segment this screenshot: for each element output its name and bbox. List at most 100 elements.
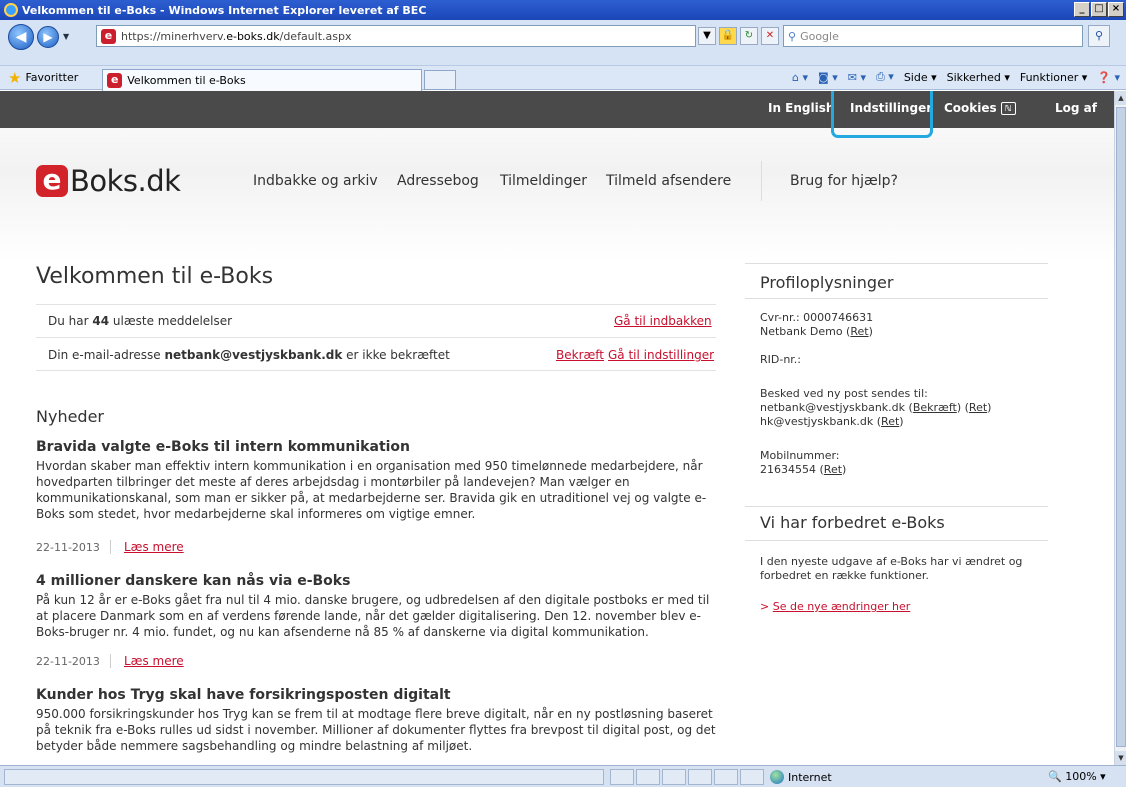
refresh-icon[interactable]: ↻ — [740, 27, 758, 45]
search-icon[interactable]: ⚲ — [1088, 25, 1110, 47]
post-email-2: hk@vestjyskbank.dk — [760, 415, 874, 428]
page-title: Velkommen til e-Boks — [36, 264, 274, 289]
edit-email-link[interactable]: Ret — [969, 401, 987, 414]
history-dropdown-icon[interactable]: ▼ — [63, 32, 69, 41]
date-divider — [110, 654, 111, 668]
logout-link[interactable]: Log af — [1055, 101, 1097, 115]
article-title[interactable]: Bravida valgte e-Boks til intern kommuni… — [36, 439, 410, 455]
unread-post: ulæste meddelelser — [109, 314, 233, 328]
confirm-email-link[interactable]: Bekræft — [556, 348, 604, 362]
search-engine-icon: ⚲ — [788, 29, 797, 43]
stop-icon[interactable]: ✕ — [761, 27, 779, 45]
company-name: Netbank Demo — [760, 325, 843, 338]
see-changes-label: Se de nye ændringer her — [772, 600, 911, 613]
url-host: e-boks.dk — [226, 29, 280, 43]
date-divider — [110, 540, 111, 554]
nav-subscribe-senders[interactable]: Tilmeld afsendere — [606, 173, 731, 189]
url-prefix: https://minerhverv. — [121, 29, 227, 43]
home-icon[interactable]: ⌂ ▾ — [792, 71, 808, 84]
edit-company-link[interactable]: Ret — [850, 325, 868, 338]
search-placeholder: Google — [800, 29, 839, 43]
english-link[interactable]: In English — [768, 101, 834, 115]
zone-label: Internet — [788, 770, 832, 784]
go-to-settings-link[interactable]: Gå til indstillinger — [608, 348, 714, 362]
status-panel — [610, 769, 634, 785]
mobile-number: 21634554 — [760, 463, 816, 476]
news-heading: Nyheder — [36, 407, 104, 426]
company-line: Netbank Demo (Ret) — [760, 325, 873, 338]
post-email-line: hk@vestjyskbank.dk (Ret) — [760, 415, 904, 428]
zoom-control[interactable]: 🔍 100% ▾ — [1048, 770, 1106, 783]
nav-divider — [761, 161, 762, 201]
favorites-button[interactable]: ★ Favoritter — [8, 69, 78, 87]
window-controls: _ □ × — [1074, 2, 1124, 17]
article-body: På kun 12 år er e-Boks gået fra nul til … — [36, 593, 710, 639]
divider — [745, 263, 1048, 264]
window-titlebar: Velkommen til e-Boks - Windows Internet … — [0, 0, 1126, 20]
url-path: /default.aspx — [279, 29, 352, 43]
search-input[interactable]: ⚲ Google — [783, 25, 1083, 47]
url-dropdown-icon[interactable]: ▼ — [698, 27, 716, 45]
read-more-link[interactable]: Læs mere — [124, 654, 184, 668]
nav-addressbook[interactable]: Adressebog — [397, 173, 479, 189]
status-panel — [662, 769, 686, 785]
divider — [36, 304, 716, 305]
article-title[interactable]: Kunder hos Tryg skal have forsikringspos… — [36, 687, 451, 703]
vertical-scrollbar[interactable]: ▲ ▼ — [1114, 91, 1126, 765]
article-date: 22-11-2013 — [36, 655, 100, 668]
cvr-number: Cvr-nr.: 0000746631 — [760, 311, 874, 324]
favorites-label: Favoritter — [25, 71, 79, 84]
new-tab-button[interactable] — [424, 69, 457, 90]
scroll-thumb[interactable] — [1116, 107, 1126, 747]
mail-icon[interactable]: ✉ ▾ — [848, 71, 866, 84]
article-title[interactable]: 4 millioner danskere kan nås via e-Boks — [36, 573, 350, 589]
nav-inbox[interactable]: Indbakke og arkiv — [253, 173, 378, 189]
unread-count: 44 — [92, 314, 110, 328]
scroll-down-icon[interactable]: ▼ — [1115, 751, 1126, 765]
read-more-link[interactable]: Læs mere — [124, 540, 184, 554]
browser-tab[interactable]: e Velkommen til e-Boks — [102, 68, 423, 91]
divider — [36, 370, 716, 371]
print-icon[interactable]: ⎙ ▾ — [876, 70, 894, 84]
edit-mobile-link[interactable]: Ret — [824, 463, 842, 476]
scroll-up-icon[interactable]: ▲ — [1115, 91, 1126, 105]
logo-text: Boks.dk — [70, 164, 181, 198]
post-email-1: netbank@vestjyskbank.dk — [760, 401, 906, 414]
edit-email-link[interactable]: Ret — [881, 415, 899, 428]
status-panel — [636, 769, 660, 785]
security-menu[interactable]: Sikkerhed ▾ — [947, 71, 1010, 84]
status-text-panel — [4, 769, 604, 785]
url-input[interactable]: e https://minerhverv. e-boks.dk/default.a… — [96, 25, 696, 47]
back-button[interactable]: ◀ — [8, 24, 34, 50]
star-icon: ★ — [8, 68, 22, 87]
improved-heading: Vi har forbedret e-Boks — [760, 513, 945, 532]
nav-subscriptions[interactable]: Tilmeldinger — [500, 173, 587, 189]
settings-highlight — [831, 91, 933, 138]
status-panel — [714, 769, 738, 785]
unread-pre: Du har — [48, 314, 93, 328]
cookies-link[interactable]: Cookies ℕ — [944, 101, 1016, 115]
article-body: Hvordan skaber man effektiv intern kommu… — [36, 459, 707, 521]
tools-menu[interactable]: Funktioner ▾ — [1020, 71, 1087, 84]
minimize-button[interactable]: _ — [1074, 2, 1090, 17]
confirm-link[interactable]: Bekræft — [913, 401, 957, 414]
feeds-icon[interactable]: ◙ ▾ — [818, 71, 838, 84]
forward-button[interactable]: ▶ — [37, 26, 59, 48]
zoom-level: 100% — [1065, 770, 1097, 783]
favorites-bar: ★ Favoritter e Velkommen til e-Boks ⌂ ▾ … — [0, 66, 1126, 91]
lock-icon[interactable]: 🔒 — [719, 27, 737, 45]
profile-cvr: Cvr-nr.: 0000746631 Netbank Demo (Ret) — [760, 311, 1050, 339]
mobile-line: 21634554 (Ret) — [760, 463, 847, 476]
close-button[interactable]: × — [1108, 2, 1124, 17]
nav-help[interactable]: Brug for hjælp? — [790, 173, 898, 189]
security-zone[interactable]: Internet — [770, 770, 832, 784]
page-menu[interactable]: Side ▾ — [904, 71, 937, 84]
divider — [745, 540, 1048, 541]
see-changes-link[interactable]: > Se de nye ændringer her — [760, 600, 910, 613]
post-email-line: netbank@vestjyskbank.dk (Bekræft) (Ret) — [760, 401, 992, 414]
eboks-logo[interactable]: e Boks.dk — [36, 164, 181, 198]
help-icon[interactable]: ❓ ▾ — [1097, 71, 1120, 84]
go-to-inbox-link[interactable]: Gå til indbakken — [614, 314, 712, 328]
maximize-button[interactable]: □ — [1091, 2, 1107, 17]
improved-body: I den nyeste udgave af e-Boks har vi ænd… — [760, 555, 1023, 582]
